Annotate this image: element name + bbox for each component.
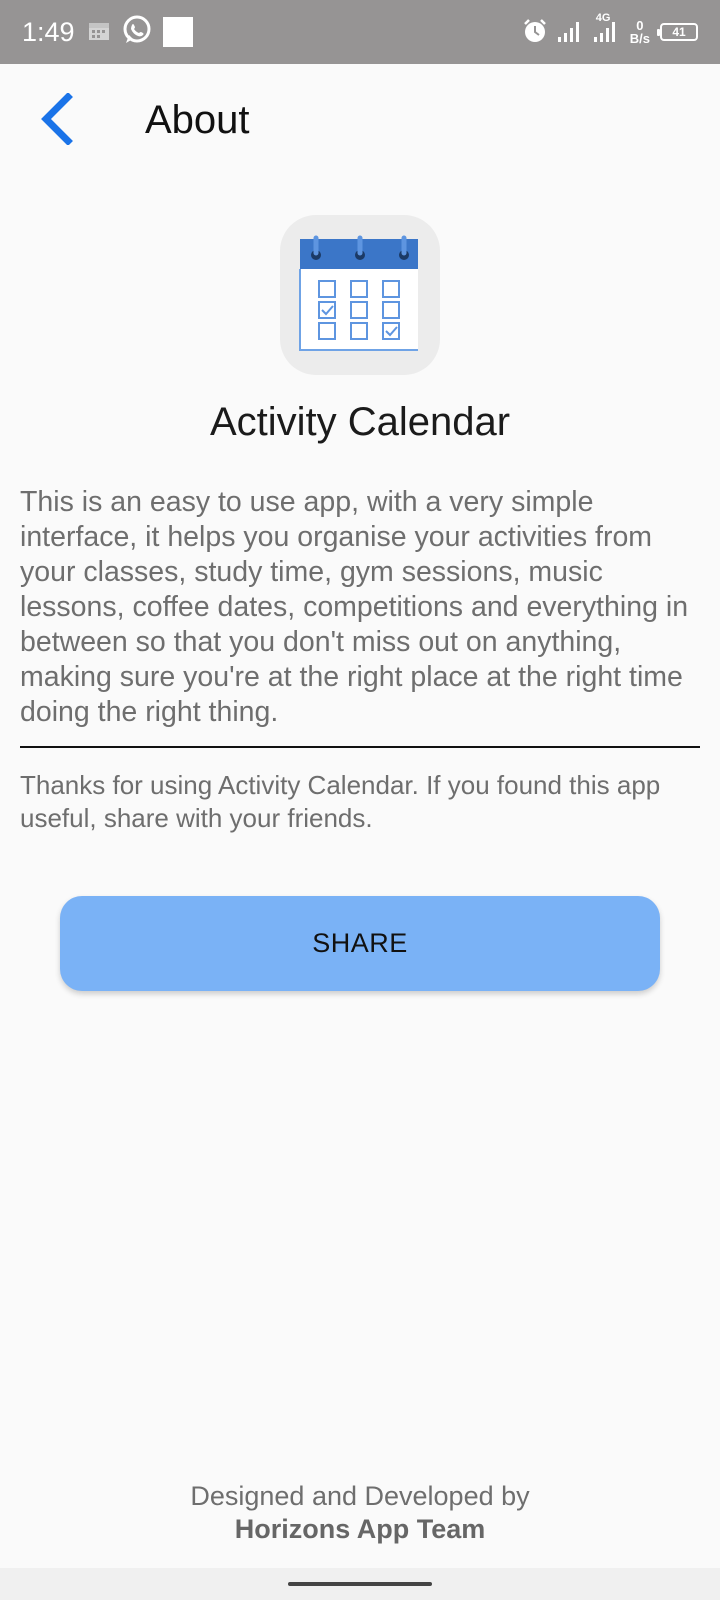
divider — [20, 746, 700, 748]
calendar-notification-icon — [87, 18, 111, 47]
calendar-app-icon — [280, 215, 440, 375]
network-speed-unit: B/s — [629, 31, 650, 46]
alarm-icon — [522, 18, 548, 47]
whatsapp-icon — [121, 14, 153, 51]
app-name: Activity Calendar — [209, 400, 511, 444]
page-title: About — [145, 98, 250, 142]
battery-icon: 41 — [657, 23, 698, 41]
white-square-icon — [162, 17, 193, 47]
share-button[interactable]: SHARE — [60, 896, 660, 991]
status-time: 1:49 — [22, 16, 75, 47]
battery-level: 41 — [672, 25, 686, 39]
signal-4g-icon: 4G — [593, 12, 620, 45]
status-right: 4G 0 B/s 41 — [522, 12, 698, 47]
app-description: This is an easy to use app, with a very … — [20, 486, 689, 728]
thanks-message: Thanks for using Activity Calendar. If y… — [20, 770, 661, 833]
footer: Designed and Developed by Horizons App T… — [0, 1480, 720, 1546]
back-button[interactable] — [30, 88, 82, 154]
home-indicator[interactable] — [288, 1582, 432, 1586]
network-type-label: 4G — [595, 11, 611, 24]
network-speed: 0 B/s — [630, 19, 650, 45]
app-bar: About — [0, 64, 720, 180]
footer-team-name: Horizons App Team — [234, 1514, 486, 1544]
footer-credit-line: Designed and Developed by — [190, 1481, 530, 1511]
status-bar: 1:49 4G 0 B/s 41 — [0, 0, 720, 64]
back-icon — [38, 91, 74, 150]
share-button-label: SHARE — [312, 928, 408, 958]
signal-icon — [557, 20, 584, 45]
navigation-bar — [0, 1568, 720, 1600]
notification-icons — [87, 14, 193, 51]
